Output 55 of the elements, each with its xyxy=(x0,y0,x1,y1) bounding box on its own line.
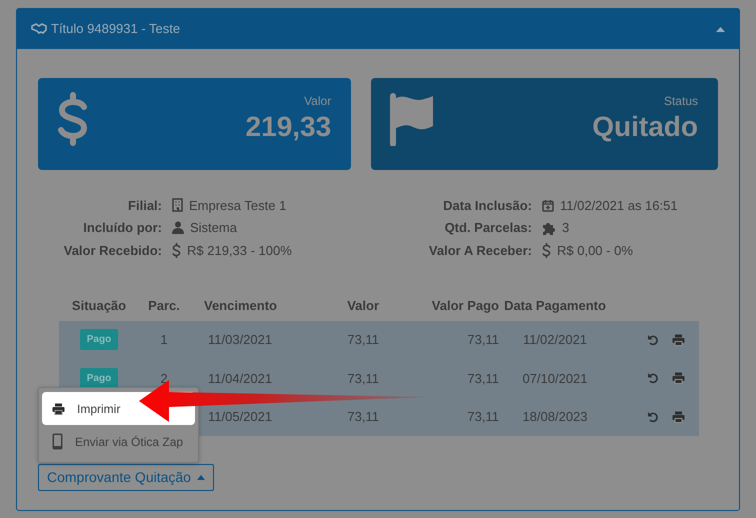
field-value: R$ 0,00 - 0% xyxy=(557,242,633,260)
table-cell-text: 73,11 xyxy=(467,408,499,426)
table-cell-text: 73,11 xyxy=(467,370,499,388)
card-label: Valor xyxy=(303,93,332,110)
field-label: Valor A Receber: xyxy=(428,242,533,260)
user-icon xyxy=(172,221,184,234)
print-icon[interactable] xyxy=(672,334,685,346)
card-value: 219,33 xyxy=(246,110,332,144)
column-header: Vencimento xyxy=(204,296,277,315)
field-label: Filial: xyxy=(127,196,163,214)
field-label: Data Inclusão: xyxy=(442,196,533,214)
table-cell-text: 07/10/2021 xyxy=(522,370,588,388)
dollar-icon xyxy=(542,242,551,258)
table-cell-text: 11/03/2021 xyxy=(208,331,272,350)
field-value: Sistema xyxy=(190,219,237,237)
table-cell-text: 73,11 xyxy=(467,331,499,350)
table-cell-text: 73,11 xyxy=(347,331,379,350)
undo-icon[interactable] xyxy=(647,334,659,346)
building-icon xyxy=(172,198,183,212)
table-cell-text: 11/05/2021 xyxy=(208,408,272,426)
card-label: Status xyxy=(662,93,698,110)
undo-icon[interactable] xyxy=(647,410,659,423)
column-header: Valor xyxy=(347,296,379,315)
table-cell-text: 18/08/2023 xyxy=(522,408,588,426)
print-icon[interactable] xyxy=(672,372,685,384)
field-value: 11/02/2021 as 16:51 xyxy=(560,196,678,214)
panel-title: Título 9489931 - Teste xyxy=(51,20,182,38)
status-badge: Pago xyxy=(80,368,118,389)
field-value: 3 xyxy=(562,219,570,237)
field-label: Valor Recebido: xyxy=(62,242,163,260)
table-cell-text: 11/04/2021 xyxy=(208,370,272,388)
card-value: Quitado xyxy=(592,110,698,144)
menu-item[interactable]: Enviar via Ótica Zap xyxy=(42,425,195,458)
column-header: Situação xyxy=(72,296,126,315)
collapse-caret-icon[interactable] xyxy=(716,26,725,32)
calendar-icon xyxy=(542,198,554,212)
column-header: Parc. xyxy=(148,296,180,315)
print-icon xyxy=(52,402,65,414)
table-cell-text: 1 xyxy=(160,331,168,350)
column-header: Data Pagamento xyxy=(504,296,606,315)
field-label: Qtd. Parcelas: xyxy=(444,219,533,237)
field-value: R$ 219,33 - 100% xyxy=(187,242,292,260)
dropdown-button[interactable]: Comprovante Quitação xyxy=(38,464,214,492)
dollar-icon xyxy=(172,242,181,258)
table-cell-text: 11/02/2021 xyxy=(522,331,588,350)
column-header: Valor Pago xyxy=(432,296,499,315)
puzzle-icon xyxy=(542,220,556,235)
field-label: Incluído por: xyxy=(82,219,163,237)
status-badge: Pago xyxy=(80,329,118,350)
phone-icon xyxy=(52,433,63,450)
print-icon[interactable] xyxy=(672,410,685,423)
table-cell-text: 73,11 xyxy=(347,370,379,388)
table-cell-text: 73,11 xyxy=(347,408,379,426)
field-value: Empresa Teste 1 xyxy=(189,196,286,215)
undo-icon[interactable] xyxy=(647,372,659,384)
